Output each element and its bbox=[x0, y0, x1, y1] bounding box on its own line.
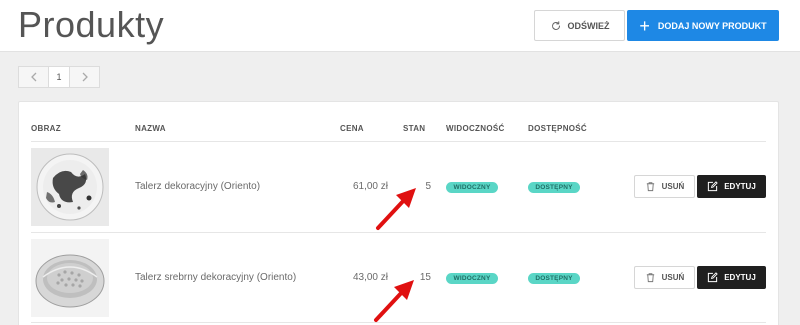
product-image[interactable] bbox=[31, 148, 109, 226]
product-image[interactable] bbox=[31, 239, 109, 317]
plus-icon: + bbox=[639, 15, 650, 36]
trash-icon bbox=[646, 273, 654, 283]
add-product-button-label: DODAJ NOWY PRODUKT bbox=[657, 20, 767, 31]
pagination: 1 bbox=[18, 66, 100, 88]
pagination-prev[interactable] bbox=[18, 66, 48, 88]
add-product-button[interactable]: + DODAJ NOWY PRODUKT bbox=[627, 10, 779, 41]
refresh-icon bbox=[551, 20, 560, 30]
edit-button[interactable]: EDYTUJ bbox=[697, 266, 766, 289]
annotation-arrow-icon bbox=[376, 188, 416, 230]
column-header-name: NAZWA bbox=[135, 124, 166, 133]
table-divider bbox=[31, 141, 766, 142]
column-header-price: CENA bbox=[340, 124, 364, 133]
delete-button-label: USUŃ bbox=[661, 182, 685, 191]
column-header-stock: STAN bbox=[403, 124, 426, 133]
visibility-badge: WIDOCZNY bbox=[446, 182, 498, 193]
edit-icon bbox=[708, 181, 718, 192]
column-header-image: OBRAZ bbox=[31, 124, 61, 133]
trash-icon bbox=[646, 182, 654, 192]
delete-button-label: USUŃ bbox=[661, 273, 685, 282]
column-header-availability: DOSTĘPNOŚĆ bbox=[528, 124, 588, 133]
pagination-page[interactable]: 1 bbox=[48, 66, 70, 88]
product-name: Talerz srebrny dekoracyjny (Oriento) bbox=[135, 272, 297, 283]
silver-plate-image bbox=[31, 239, 109, 317]
decorative-plate-image bbox=[31, 148, 109, 226]
column-header-visibility: WIDOCZNOŚĆ bbox=[446, 124, 505, 133]
chevron-right-icon bbox=[82, 72, 88, 82]
top-bar: Produkty ODŚWIEŻ + DODAJ NOWY PRODUKT bbox=[0, 0, 800, 52]
visibility-badge: WIDOCZNY bbox=[446, 273, 498, 284]
product-name: Talerz dekoracyjny (Oriento) bbox=[135, 181, 261, 192]
annotation-arrow-icon bbox=[374, 280, 414, 322]
pagination-next[interactable] bbox=[70, 66, 100, 88]
refresh-button-label: ODŚWIEŻ bbox=[567, 20, 610, 31]
edit-button-label: EDYTUJ bbox=[724, 273, 756, 282]
delete-button[interactable]: USUŃ bbox=[634, 266, 695, 289]
edit-icon bbox=[708, 272, 718, 283]
edit-button[interactable]: EDYTUJ bbox=[697, 175, 766, 198]
availability-badge: DOSTĘPNY bbox=[528, 182, 580, 193]
availability-badge: DOSTĘPNY bbox=[528, 273, 580, 284]
edit-button-label: EDYTUJ bbox=[724, 182, 756, 191]
page-title: Produkty bbox=[18, 4, 165, 45]
delete-button[interactable]: USUŃ bbox=[634, 175, 695, 198]
chevron-left-icon bbox=[30, 72, 36, 82]
refresh-button[interactable]: ODŚWIEŻ bbox=[534, 10, 625, 41]
